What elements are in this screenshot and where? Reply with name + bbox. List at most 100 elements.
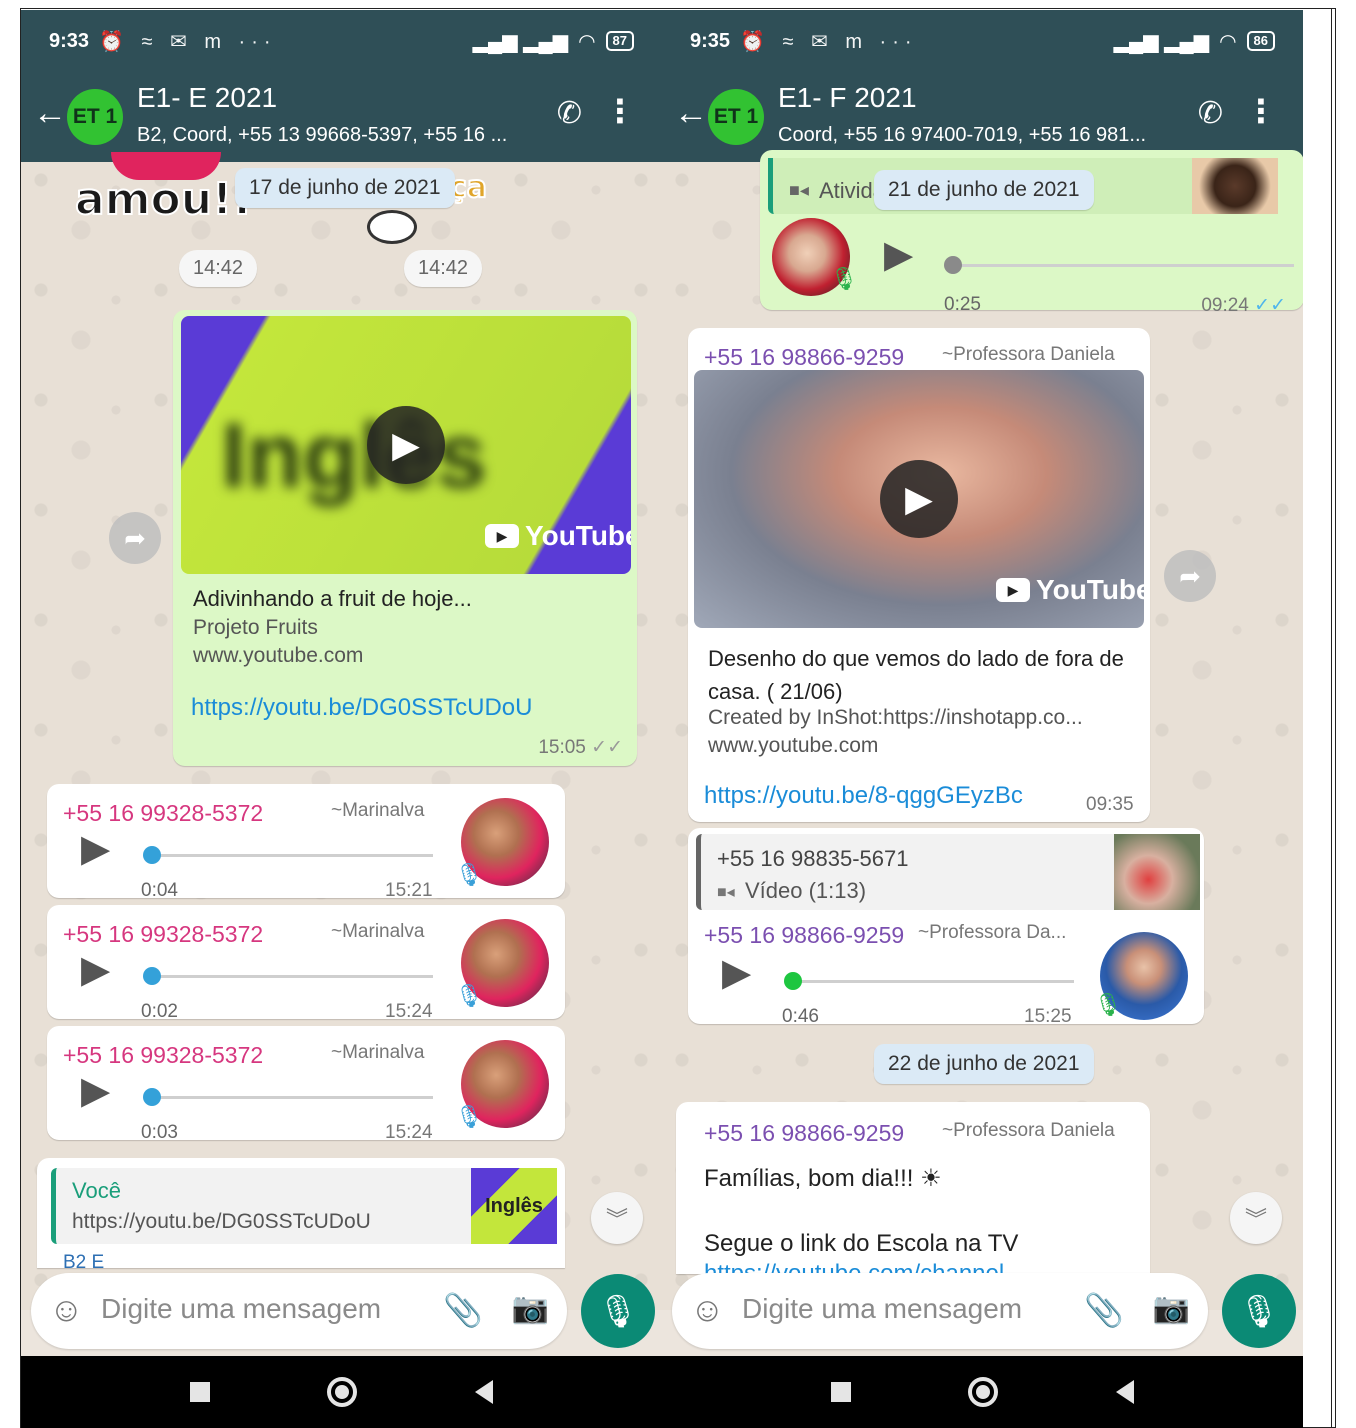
mic-button[interactable]: 🎙 [581, 1274, 655, 1348]
quoted-sender: +55 16 98835-5671 [717, 846, 909, 871]
camera-icon[interactable]: 📷 [512, 1291, 549, 1326]
message-time: 09:35 [1086, 794, 1134, 815]
voice-message[interactable]: +55 16 99328-5372 ~Marinalva ▶ 0:03 15:2… [47, 1026, 565, 1143]
group-members[interactable]: B2, Coord, +55 13 99668-5397, +55 16 ... [137, 124, 507, 147]
emoji-icon[interactable]: ☺ [49, 1291, 84, 1330]
attach-icon[interactable]: 📎 [1084, 1291, 1124, 1329]
status-bar: 9:33 ⏰ ≈ ✉ m ··· ▂▄▆ ▂▄▆ ◠ 87 [21, 10, 662, 72]
voice-progress-track[interactable] [151, 1096, 433, 1099]
voice-progress-dot[interactable] [143, 846, 161, 864]
sender-alias: ~Marinalva [331, 1042, 425, 1063]
message-time: 15:24 [385, 1001, 433, 1022]
voice-progress-dot[interactable] [143, 1088, 161, 1106]
voice-progress-dot[interactable] [944, 256, 962, 274]
home-icon[interactable] [327, 1377, 358, 1407]
group-name[interactable]: E1- F 2021 [778, 82, 917, 114]
group-members[interactable]: Coord, +55 16 97400-7019, +55 16 981... [778, 124, 1146, 147]
forward-icon[interactable]: ➦ [1164, 550, 1216, 602]
play-icon[interactable]: ▶ [81, 826, 110, 871]
link-title[interactable]: Desenho do que vemos do lado de fora de … [708, 642, 1128, 708]
recents-icon[interactable] [830, 1382, 851, 1402]
status-time: 9:35 [690, 29, 731, 52]
scroll-down-icon[interactable]: ︾ [1230, 1192, 1282, 1244]
sender-phone[interactable]: +55 16 99328-5372 [63, 921, 263, 948]
voice-message[interactable]: +55 16 99328-5372 ~Marinalva ▶ 0:04 15:2… [47, 784, 565, 901]
outgoing-link-message[interactable]: Inglês ▶ ▶ YouTube Adivinhando a fruit de… [173, 310, 637, 766]
group-name[interactable]: E1- E 2021 [137, 82, 277, 114]
chat-header[interactable]: ← ET 1 E1- F 2021 Coord, +55 16 97400-70… [662, 72, 1303, 162]
more-options-icon[interactable]: ⋮ [604, 92, 636, 130]
add-call-icon[interactable]: ✆ [557, 96, 582, 131]
link-url[interactable]: https://youtu.be/DG0SSTcUDoU [191, 694, 532, 722]
quoted-message[interactable]: +55 16 98835-5671 ■◂ Vídeo (1:13) [696, 834, 1200, 910]
play-icon[interactable]: ▶ [81, 1068, 110, 1113]
voice-progress-track[interactable] [954, 264, 1294, 267]
message-input-bar[interactable]: ☺ 📎 📷 [672, 1273, 1208, 1349]
scroll-down-icon[interactable]: ︾ [591, 1192, 643, 1244]
back-icon[interactable] [475, 1380, 494, 1404]
voice-progress-dot[interactable] [784, 972, 802, 990]
attach-icon[interactable]: 📎 [443, 1291, 483, 1329]
message-line: Famílias, bom dia!!! ☀ [704, 1165, 942, 1192]
battery-icon: 87 [605, 31, 634, 51]
thumbnail-word: Inglês [221, 405, 487, 507]
message-link[interactable]: https://youtube.com/channel [704, 1260, 1004, 1274]
group-avatar[interactable]: ET 1 [67, 89, 123, 145]
recents-icon[interactable] [189, 1382, 210, 1402]
back-arrow-icon[interactable]: ← [674, 94, 708, 133]
video-thumbnail[interactable]: ▶ ▶ YouTube [694, 370, 1144, 628]
add-call-icon[interactable]: ✆ [1198, 96, 1223, 131]
mic-icon: 🎙 [455, 983, 483, 1008]
voice-progress-dot[interactable] [143, 967, 161, 985]
voice-message[interactable]: +55 16 99328-5372 ~Marinalva ▶ 0:02 15:2… [47, 905, 565, 1022]
mic-button[interactable]: 🎙 [1222, 1274, 1296, 1348]
quoted-text: https://youtu.be/DG0SSTcUDoU [72, 1210, 371, 1233]
link-title[interactable]: Adivinhando a fruit de hoje... [193, 586, 472, 612]
home-icon[interactable] [968, 1377, 999, 1407]
mic-icon: 🎙 [597, 1293, 639, 1329]
date-chip: 17 de junho de 2021 [235, 168, 455, 208]
reply-voice-message[interactable]: +55 16 98835-5671 ■◂ Vídeo (1:13) +55 16… [688, 828, 1204, 1027]
voice-progress-track[interactable] [151, 854, 433, 857]
navigation-bar [662, 1356, 1303, 1428]
play-icon[interactable]: ▶ [884, 232, 913, 277]
back-arrow-icon[interactable]: ← [33, 94, 67, 133]
back-icon[interactable] [1116, 1380, 1135, 1404]
forward-icon[interactable]: ➦ [109, 512, 161, 564]
link-url[interactable]: https://youtu.be/8-qggGEyzBc [704, 782, 1023, 810]
play-icon[interactable]: ▶ [722, 950, 751, 995]
quoted-message[interactable]: Você https://youtu.be/DG0SSTcUDoU Inglês [51, 1168, 557, 1244]
play-icon[interactable]: ▶ [81, 947, 110, 992]
battery-icon: 86 [1246, 31, 1275, 51]
group-avatar[interactable]: ET 1 [708, 89, 764, 145]
reply-message[interactable]: Você https://youtu.be/DG0SSTcUDoU Inglês… [37, 1158, 565, 1268]
message-input[interactable] [101, 1293, 421, 1325]
youtube-logo: ▶ YouTube [485, 520, 631, 552]
voice-progress-track[interactable] [151, 975, 433, 978]
more-options-icon[interactable]: ⋮ [1245, 92, 1277, 130]
phone-right: 9:35 ⏰ ≈ ✉ m ··· ▂▄▆ ▂▄▆ ◠ 86 ← ET 1 E1-… [662, 10, 1303, 1428]
sender-phone[interactable]: +55 16 99328-5372 [63, 800, 263, 827]
voice-progress-track[interactable] [792, 980, 1074, 983]
frame-divider [1331, 8, 1332, 1428]
status-time: 9:33 [49, 29, 90, 52]
mic-icon: 🎙 [455, 1104, 483, 1129]
sender-phone[interactable]: +55 16 98866-9259 [704, 1120, 904, 1147]
incoming-text-message[interactable]: +55 16 98866-9259 ~Professora Daniela Fa… [676, 1102, 1150, 1274]
mic-icon: 🎙 [455, 862, 483, 887]
emoji-icon[interactable]: ☺ [690, 1291, 725, 1330]
sender-phone[interactable]: +55 16 99328-5372 [63, 1042, 263, 1069]
incoming-link-message[interactable]: +55 16 98866-9259 ~Professora Daniela ▶ … [688, 328, 1150, 822]
voice-duration: 0:04 [141, 880, 178, 901]
message-input[interactable] [742, 1293, 1062, 1325]
camera-icon[interactable]: 📷 [1153, 1291, 1190, 1326]
video-thumbnail[interactable]: Inglês ▶ ▶ YouTube [181, 316, 631, 574]
sender-phone[interactable]: +55 16 98866-9259 [704, 922, 904, 949]
sticker-text: amou!! [74, 173, 253, 226]
sender-phone[interactable]: +55 16 98866-9259 [704, 344, 904, 371]
message-input-bar[interactable]: ☺ 📎 📷 [31, 1273, 567, 1349]
play-icon[interactable]: ▶ [367, 406, 445, 484]
play-icon[interactable]: ▶ [880, 460, 958, 538]
chat-header[interactable]: ← ET 1 E1- E 2021 B2, Coord, +55 13 9966… [21, 72, 662, 162]
navigation-bar [21, 1356, 662, 1428]
